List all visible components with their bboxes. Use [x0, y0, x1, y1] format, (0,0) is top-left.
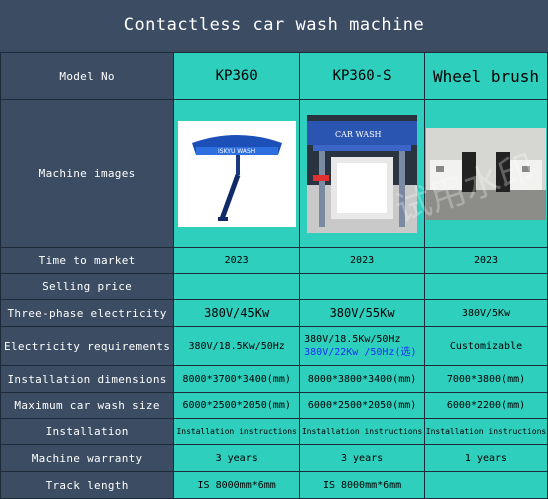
max-car-wash-size-label: Maximum car wash size — [0, 392, 175, 419]
table-cell — [424, 273, 548, 300]
table-cell: IS 8000mm*6mm — [299, 471, 426, 499]
elec-req-optional-line: 380V/22Kw /50Hz(选) — [304, 347, 417, 358]
table-cell: 7000*3800(mm) — [424, 365, 548, 393]
model-kp360: KP360 — [173, 52, 301, 100]
table-row: Machine images ISKYU WASH CAR WASH — [0, 99, 548, 248]
table-cell: IS 8000mm*6mm — [173, 471, 301, 499]
table-cell: 6000*2200(mm) — [424, 392, 548, 419]
table-cell: 6000*2500*2050(mm) — [299, 392, 426, 419]
table-row: Selling price — [0, 273, 548, 300]
machine-warranty-label: Machine warranty — [0, 444, 175, 472]
table-row: Installation dimensions 8000*3700*3400(m… — [0, 365, 548, 393]
three-phase-label: Three-phase electricity — [0, 299, 175, 327]
table-cell — [299, 273, 426, 300]
machine-brand-text: CAR WASH — [335, 130, 382, 139]
wheel-brush-image-cell — [424, 99, 548, 248]
time-to-market-label: Time to market — [0, 247, 175, 274]
table-cell: 380V/5Kw — [424, 299, 548, 327]
table-cell: 2023 — [299, 247, 426, 274]
elec-req-line: 380V/18.5Kw/50Hz — [304, 334, 401, 345]
track-length-label: Track length — [0, 471, 175, 499]
table-cell: 2023 — [173, 247, 301, 274]
table-cell: Customizable — [424, 326, 548, 366]
machine-brand-text: ISKYU WASH — [218, 148, 255, 155]
table-cell — [173, 273, 301, 300]
kp360-s-image-cell: CAR WASH — [299, 99, 426, 248]
kp360-image-cell: ISKYU WASH — [173, 99, 301, 248]
table-cell: 6000*2500*2050(mm) — [173, 392, 301, 419]
table-cell: 380V/45Kw — [173, 299, 301, 327]
model-kp360-s: KP360-S — [299, 52, 426, 100]
spec-table: Model No KP360 KP360-S Wheel brush Machi… — [0, 52, 548, 499]
table-row: Electricity requirements 380V/18.5Kw/50H… — [0, 326, 548, 366]
table-cell: 380V/55Kw — [299, 299, 426, 327]
table-cell — [424, 471, 548, 499]
machine-images-label: Machine images — [0, 99, 175, 248]
table-cell: 3 years — [299, 444, 426, 472]
table-cell: 2023 — [424, 247, 548, 274]
page-title: Contactless car wash machine — [0, 0, 548, 50]
table-row: Installation Installation instructions I… — [0, 418, 548, 445]
model-no-label: Model No — [0, 52, 175, 100]
table-row: Three-phase electricity 380V/45Kw 380V/5… — [0, 299, 548, 327]
model-wheel-brush: Wheel brush — [424, 52, 548, 100]
table-row: Maximum car wash size 6000*2500*2050(mm)… — [0, 392, 548, 419]
table-row: Track length IS 8000mm*6mm IS 8000mm*6mm — [0, 471, 548, 499]
wheel-brush-machine-image — [426, 127, 546, 220]
table-cell: 380V/18.5Kw/50Hz — [173, 326, 301, 366]
kp360-machine-image: ISKYU WASH — [177, 120, 296, 227]
table-row: Time to market 2023 2023 2023 — [0, 247, 548, 274]
table-row: Machine warranty 3 years 3 years 1 years — [0, 444, 548, 472]
kp360-s-machine-image: CAR WASH — [307, 114, 418, 233]
table-cell: 8000*3700*3400(mm) — [173, 365, 301, 393]
table-cell: 8000*3800*3400(mm) — [299, 365, 426, 393]
table-cell: 1 years — [424, 444, 548, 472]
table-row: Model No KP360 KP360-S Wheel brush — [0, 52, 548, 100]
installation-dimensions-label: Installation dimensions — [0, 365, 175, 393]
selling-price-label: Selling price — [0, 273, 175, 300]
installation-instructions-link[interactable]: Installation instructions — [299, 418, 426, 445]
installation-label: Installation — [0, 418, 175, 445]
installation-instructions-link[interactable]: Installation instructions — [424, 418, 548, 445]
table-cell: 380V/18.5Kw/50Hz 380V/22Kw /50Hz(选) — [299, 326, 426, 366]
electricity-requirements-label: Electricity requirements — [0, 326, 175, 366]
installation-instructions-link[interactable]: Installation instructions — [173, 418, 301, 445]
table-cell: 3 years — [173, 444, 301, 472]
